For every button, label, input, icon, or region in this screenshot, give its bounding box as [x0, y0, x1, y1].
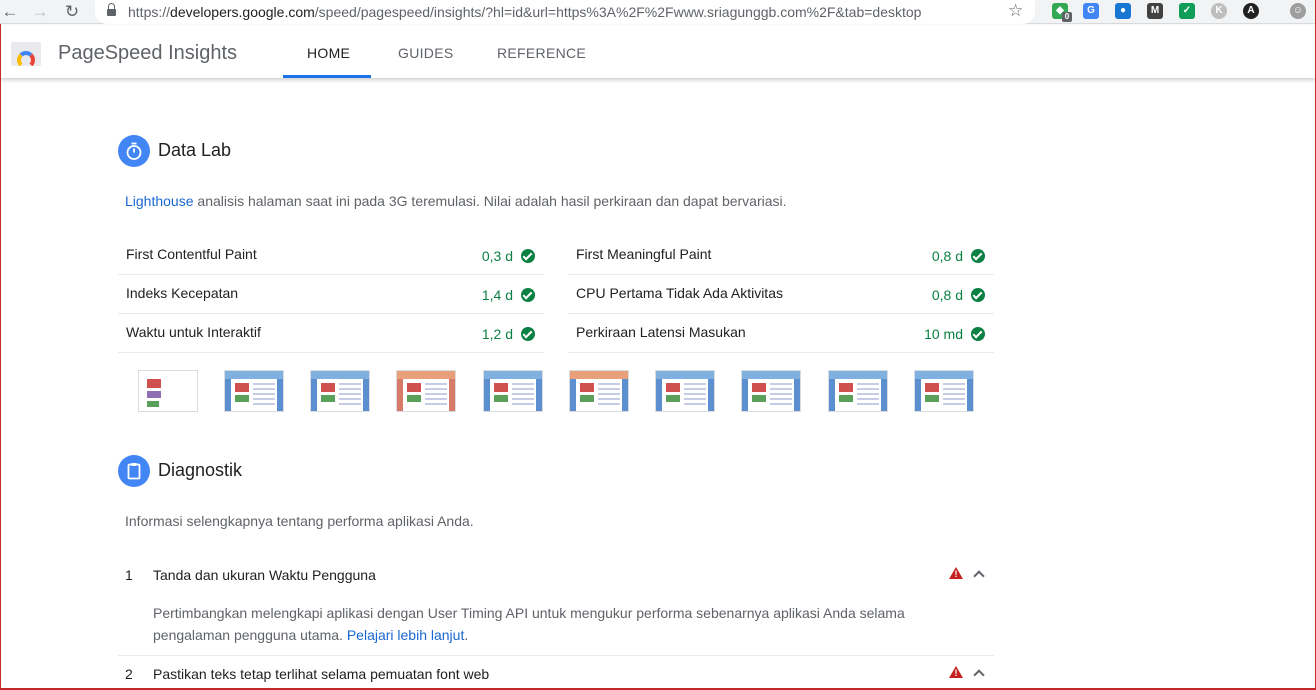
site-header: PageSpeed Insights HOME GUIDES REFERENCE	[0, 25, 1316, 78]
filmstrip-frame	[138, 370, 198, 412]
filmstrip-frame	[655, 370, 715, 412]
extension-icon-k[interactable]: K	[1211, 3, 1227, 19]
metric-label: Perkiraan Latensi Masukan	[576, 324, 746, 340]
section-title-data-lab: Data Lab	[158, 140, 232, 160]
filmstrip-frame	[828, 370, 888, 412]
extension-icon-check[interactable]: ✓	[1179, 3, 1195, 19]
metric-value: 10 md	[924, 326, 963, 342]
metric-row: CPU Pertama Tidak Ada Aktivitas 0,8 d	[568, 275, 994, 314]
metric-value: 0,8 d	[931, 287, 963, 303]
warning-icon: !	[949, 567, 963, 579]
metric-row: Perkiraan Latensi Masukan 10 md	[568, 314, 994, 353]
pass-check-icon	[521, 288, 535, 302]
extension-icon-yellow-dot[interactable]: ●	[1115, 3, 1131, 19]
pass-check-icon	[971, 327, 985, 341]
metric-value: 0,3 d	[481, 248, 513, 264]
audit-number: 1	[125, 567, 133, 583]
tab-home[interactable]: HOME	[307, 45, 350, 61]
audit-row[interactable]: 1 Tanda dan ukuran Waktu Pengguna !	[118, 565, 994, 585]
extension-icon-m[interactable]: M	[1147, 3, 1163, 19]
chevron-up-icon[interactable]	[973, 570, 985, 582]
browser-toolbar: ← → ↻ https://developers.google.com/spee…	[0, 0, 1316, 24]
profile-avatar-icon[interactable]: ☺	[1290, 3, 1306, 19]
window-border	[0, 24, 1, 690]
audit-title[interactable]: Pastikan teks tetap terlihat selama pemu…	[153, 666, 489, 682]
audit-number: 2	[125, 666, 133, 682]
back-icon[interactable]: ←	[0, 2, 20, 22]
filmstrip-frame	[483, 370, 543, 412]
metric-label: Indeks Kecepatan	[126, 285, 239, 301]
filmstrip-frame	[741, 370, 801, 412]
tab-reference[interactable]: REFERENCE	[497, 45, 586, 61]
brand-title[interactable]: PageSpeed Insights	[58, 42, 237, 65]
filmstrip-frame	[310, 370, 370, 412]
stopwatch-icon	[118, 135, 150, 167]
translate-extension-icon[interactable]: G	[1083, 3, 1099, 19]
metric-value: 1,2 d	[481, 326, 513, 342]
extension-icon-green[interactable]: ◆ 0	[1052, 3, 1072, 22]
metric-row: Indeks Kecepatan 1,4 d	[118, 275, 544, 314]
metric-value: 1,4 d	[481, 287, 513, 303]
warning-icon: !	[949, 666, 963, 678]
lab-description: Lighthouse analisis halaman saat ini pad…	[125, 193, 787, 209]
metric-row: First Contentful Paint 0,3 d	[118, 236, 544, 275]
section-title-diagnostik: Diagnostik	[158, 460, 243, 480]
audit-row[interactable]: 2 Pastikan teks tetap terlihat selama pe…	[118, 664, 994, 684]
filmstrip-frame	[396, 370, 456, 412]
tab-guides[interactable]: GUIDES	[398, 45, 453, 61]
pass-check-icon	[521, 327, 535, 341]
pass-check-icon	[521, 249, 535, 263]
filmstrip-frame	[224, 370, 284, 412]
metric-row: Waktu untuk Interaktif 1,2 d	[118, 314, 544, 353]
metric-value: 0,8 d	[931, 248, 963, 264]
pass-check-icon	[971, 288, 985, 302]
active-tab-indicator	[283, 75, 371, 78]
url-text[interactable]: https://developers.google.com/speed/page…	[128, 4, 921, 20]
address-bar[interactable]: https://developers.google.com/speed/page…	[95, 0, 1035, 24]
lighthouse-link[interactable]: Lighthouse	[125, 193, 194, 209]
reload-icon[interactable]: ↻	[62, 2, 82, 22]
metric-label: First Contentful Paint	[126, 246, 257, 262]
audit-description: Pertimbangkan melengkapi aplikasi dengan…	[153, 605, 905, 643]
bookmark-star-icon[interactable]: ☆	[1008, 1, 1023, 21]
metric-label: First Meaningful Paint	[576, 246, 712, 262]
filmstrip-frame	[914, 370, 974, 412]
divider	[118, 655, 994, 656]
extension-icon-a[interactable]: A	[1243, 3, 1259, 19]
diagnostics-description: Informasi selengkapnya tentang performa …	[125, 513, 474, 529]
filmstrip-frame	[569, 370, 629, 412]
pagespeed-logo-icon[interactable]	[11, 42, 41, 66]
learn-more-link[interactable]: Pelajari lebih lanjut	[347, 627, 465, 643]
chevron-up-icon[interactable]	[973, 669, 985, 681]
forward-icon[interactable]: →	[30, 2, 50, 22]
audit-title[interactable]: Tanda dan ukuran Waktu Pengguna	[153, 567, 376, 583]
metric-label: CPU Pertama Tidak Ada Aktivitas	[576, 285, 783, 301]
clipboard-icon	[118, 455, 150, 487]
pass-check-icon	[971, 249, 985, 263]
metric-row: First Meaningful Paint 0,8 d	[568, 236, 994, 275]
lock-icon	[107, 3, 116, 17]
metric-label: Waktu untuk Interaktif	[126, 324, 261, 340]
